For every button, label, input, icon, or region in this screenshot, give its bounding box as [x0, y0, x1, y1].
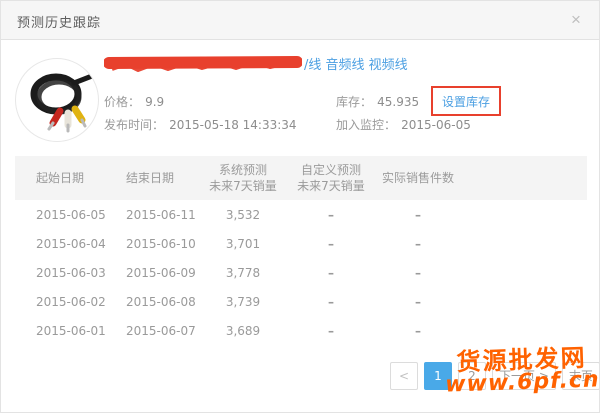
- cell-system-forecast: 3,689: [197, 316, 289, 345]
- publish-time-value: 2015-05-18 14:33:34: [169, 118, 296, 132]
- pagination-page-2[interactable]: 2: [458, 362, 486, 390]
- header-system-forecast: 系统预测未来7天销量: [197, 156, 289, 200]
- header-custom-forecast: 自定义预测未来7天销量: [289, 156, 373, 200]
- monitor-value: 2015-06-05: [401, 118, 471, 132]
- table-row: 2015-06-02 2015-06-08 3,739 – –: [15, 287, 587, 316]
- cell-actual-sales: –: [373, 229, 463, 258]
- cell-actual-sales: –: [373, 200, 463, 229]
- cell-start-date: 2015-06-03: [15, 258, 111, 287]
- product-image: [15, 58, 99, 142]
- monitor-label: 加入监控：: [336, 118, 396, 132]
- cell-end-date: 2015-06-07: [111, 316, 197, 345]
- cell-custom-forecast: –: [289, 200, 373, 229]
- cell-system-forecast: 3,739: [197, 287, 289, 316]
- cell-custom-forecast: –: [289, 316, 373, 345]
- cell-custom-forecast: –: [289, 229, 373, 258]
- header-end-date: 结束日期: [111, 156, 197, 200]
- publish-time-label: 发布时间：: [104, 118, 164, 132]
- cell-custom-forecast: –: [289, 258, 373, 287]
- product-title-line: /线 音频线 视频线: [104, 54, 408, 72]
- price-row: 价格： 9.9: [104, 91, 164, 110]
- product-title-link[interactable]: /线 音频线 视频线: [304, 54, 408, 73]
- header-actual-sales: 实际销售件数: [373, 156, 463, 200]
- cell-start-date: 2015-06-01: [15, 316, 111, 345]
- cell-end-date: 2015-06-10: [111, 229, 197, 258]
- cell-actual-sales: –: [373, 258, 463, 287]
- set-stock-button[interactable]: 设置库存: [442, 95, 490, 109]
- pagination-page-1[interactable]: 1: [424, 362, 452, 390]
- cell-actual-sales: –: [373, 316, 463, 345]
- stock-value: 45.935: [377, 95, 419, 109]
- stock-label: 库存：: [336, 95, 372, 109]
- table-row: 2015-06-01 2015-06-07 3,689 – –: [15, 316, 587, 345]
- cell-system-forecast: 3,701: [197, 229, 289, 258]
- prediction-history-dialog: 预测历史跟踪 × /线 音频线 视频线 价格： 9.9: [0, 0, 600, 413]
- price-value: 9.9: [145, 95, 164, 109]
- dialog-titlebar: 预测历史跟踪 ×: [1, 1, 599, 40]
- header-start-date: 起始日期: [15, 156, 111, 200]
- cell-start-date: 2015-06-04: [15, 229, 111, 258]
- annotation-box: 设置库存: [431, 86, 501, 116]
- table-row: 2015-06-05 2015-06-11 3,532 – –: [15, 200, 587, 229]
- cell-end-date: 2015-06-11: [111, 200, 197, 229]
- table-row: 2015-06-03 2015-06-09 3,778 – –: [15, 258, 587, 287]
- pagination: < 1 2 下一页 > 末页: [390, 362, 600, 390]
- forecast-table: 起始日期 结束日期 系统预测未来7天销量 自定义预测未来7天销量 实际销售件数 …: [15, 156, 587, 345]
- av-cable-image: [16, 59, 99, 142]
- table-row: 2015-06-04 2015-06-10 3,701 – –: [15, 229, 587, 258]
- stock-row: 库存： 45.935: [336, 91, 419, 110]
- close-icon[interactable]: ×: [565, 9, 587, 31]
- pagination-next-button[interactable]: 下一页 >: [492, 362, 556, 390]
- table-header-row: 起始日期 结束日期 系统预测未来7天销量 自定义预测未来7天销量 实际销售件数: [15, 156, 587, 200]
- cell-start-date: 2015-06-05: [15, 200, 111, 229]
- cell-system-forecast: 3,532: [197, 200, 289, 229]
- cell-actual-sales: –: [373, 287, 463, 316]
- price-label: 价格：: [104, 95, 140, 109]
- cell-end-date: 2015-06-08: [111, 287, 197, 316]
- cell-custom-forecast: –: [289, 287, 373, 316]
- pagination-last-button[interactable]: 末页: [562, 362, 600, 390]
- cell-start-date: 2015-06-02: [15, 287, 111, 316]
- dialog-title: 预测历史跟踪: [17, 12, 101, 31]
- monitor-row: 加入监控： 2015-06-05: [336, 114, 471, 133]
- cell-end-date: 2015-06-09: [111, 258, 197, 287]
- redaction-scribble-icon: [104, 54, 302, 72]
- cell-system-forecast: 3,778: [197, 258, 289, 287]
- pagination-prev-button[interactable]: <: [390, 362, 418, 390]
- publish-time-row: 发布时间： 2015-05-18 14:33:34: [104, 114, 297, 133]
